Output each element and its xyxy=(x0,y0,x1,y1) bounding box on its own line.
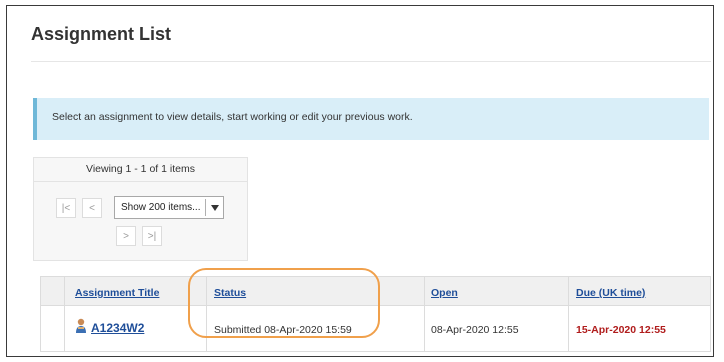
next-page-button[interactable]: > xyxy=(116,226,136,246)
column-divider xyxy=(64,277,65,351)
column-header-status[interactable]: Status xyxy=(214,287,246,299)
column-divider xyxy=(568,277,569,351)
column-header-due[interactable]: Due (UK time) xyxy=(576,287,645,299)
page-size-select[interactable]: Show 200 items... xyxy=(114,196,224,219)
assignments-table: Assignment Title Status Open Due (UK tim… xyxy=(40,276,711,352)
last-page-button[interactable]: >| xyxy=(142,226,162,246)
prev-page-button[interactable]: < xyxy=(82,198,102,218)
column-divider xyxy=(206,277,207,351)
info-banner: Select an assignment to view details, st… xyxy=(33,98,709,140)
page-title: Assignment List xyxy=(31,24,172,44)
page-frame: Assignment List Select an assignment to … xyxy=(6,5,714,357)
chevron-down-icon xyxy=(211,205,219,211)
assignment-due-date: 15-Apr-2020 12:55 xyxy=(576,324,666,336)
assignment-title-link[interactable]: A1234W2 xyxy=(91,321,144,335)
pager: Viewing 1 - 1 of 1 items |< < Show 200 i… xyxy=(33,157,248,261)
pager-viewing-text: Viewing 1 - 1 of 1 items xyxy=(34,158,247,182)
column-header-assignment-title[interactable]: Assignment Title xyxy=(75,287,159,299)
select-divider xyxy=(205,199,206,216)
assignment-open-date: 08-Apr-2020 12:55 xyxy=(431,324,519,336)
column-header-open[interactable]: Open xyxy=(431,287,458,299)
title-divider xyxy=(31,61,711,62)
info-message: Select an assignment to view details, st… xyxy=(52,111,413,123)
user-icon xyxy=(76,318,86,333)
page-size-value: Show 200 items... xyxy=(121,202,201,213)
column-divider xyxy=(424,277,425,351)
first-page-button[interactable]: |< xyxy=(56,198,76,218)
assignment-status: Submitted 08-Apr-2020 15:59 xyxy=(214,324,352,336)
